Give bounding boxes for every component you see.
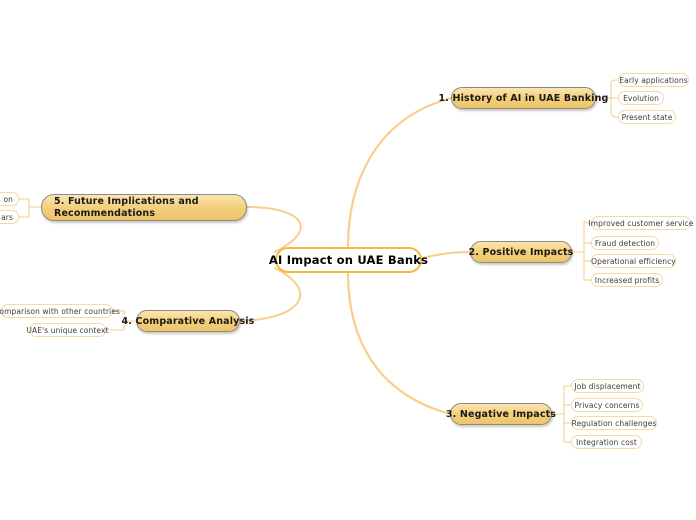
leaf-label: UAE's unique context <box>26 325 109 335</box>
leaf-label: Comparison with other countries <box>0 306 120 316</box>
leaf-label: on <box>3 194 13 204</box>
branch-node-negative-impacts-label: 3. Negative Impacts <box>445 408 557 420</box>
branch-node-future-implications-label: 5. Future Implications and Recommendatio… <box>54 195 199 219</box>
leaf-label: Job displacement <box>574 381 641 391</box>
leaf-node-present-state[interactable]: Present state <box>618 110 676 124</box>
root-node-label: AI Impact on UAE Banks <box>268 253 429 267</box>
leaf-node-regulation-challenges[interactable]: Regulation challenges <box>571 416 657 430</box>
leaf-label: Early applications <box>619 75 688 85</box>
leaf-label: Regulation challenges <box>571 418 657 428</box>
leaf-label: Fraud detection <box>594 238 656 248</box>
branch-node-positive-impacts-label: 2. Positive Impacts <box>468 246 574 258</box>
branch-node-comparative-analysis[interactable]: 4. Comparative Analysis <box>122 310 254 332</box>
leaf-label: Improved customer service <box>588 218 694 228</box>
leaf-node-job-displacement[interactable]: Job displacement <box>571 379 644 393</box>
leaf-label: Privacy concerns <box>574 400 640 410</box>
elbow-history-leaf-2 <box>610 109 619 118</box>
leaf-node-operational-efficiency[interactable]: Operational efficiency <box>591 254 676 268</box>
leaf-label: Integration cost <box>576 437 637 447</box>
leaf-node-future-clipped-1[interactable]: ars <box>0 210 19 224</box>
curve-root-to-comparative <box>236 267 302 322</box>
branch-node-negative-impacts[interactable]: 3. Negative Impacts <box>446 403 556 425</box>
leaf-label: ars <box>1 212 13 222</box>
branch-node-history-label: 1. History of AI in UAE Banking <box>438 92 609 104</box>
leaf-node-early-applications[interactable]: Early applications <box>618 73 689 87</box>
leaf-node-future-clipped-0[interactable]: on <box>0 192 19 206</box>
leaf-node-integration-cost[interactable]: Integration cost <box>571 435 642 449</box>
curve-root-to-negative <box>346 271 452 416</box>
branch-node-comparative-analysis-label: 4. Comparative Analysis <box>121 315 255 327</box>
branch-node-future-implications[interactable]: 5. Future Implications and Recommendatio… <box>41 194 247 221</box>
curve-root-to-positive <box>421 251 471 259</box>
branch-node-history[interactable]: 1. History of AI in UAE Banking <box>439 87 608 109</box>
elbow-history-leaf-0 <box>610 79 619 87</box>
leaf-label: Operational efficiency <box>591 256 676 266</box>
leaf-node-comparison-with-other-countries[interactable]: Comparison with other countries <box>0 304 120 318</box>
curve-root-to-future <box>246 206 302 253</box>
leaf-node-evolution[interactable]: Evolution <box>618 91 664 105</box>
leaf-node-fraud-detection[interactable]: Fraud detection <box>591 236 659 250</box>
leaf-node-increased-profits[interactable]: Increased profits <box>591 273 663 287</box>
root-node[interactable]: AI Impact on UAE Banks <box>269 247 428 273</box>
leaf-node-privacy-concerns[interactable]: Privacy concerns <box>571 398 643 412</box>
leaf-label: Present state <box>621 112 673 122</box>
leaf-label: Evolution <box>623 93 659 103</box>
leaf-node-improved-customer-service[interactable]: Improved customer service <box>588 216 694 230</box>
curve-root-to-history <box>346 96 453 249</box>
leaf-label: Increased profits <box>594 275 660 285</box>
mind-map-canvas: AI Impact on UAE Banks 1. History of AI … <box>0 0 696 520</box>
leaf-node-uae-unique-context[interactable]: UAE's unique context <box>26 323 109 337</box>
branch-node-positive-impacts[interactable]: 2. Positive Impacts <box>468 241 574 263</box>
